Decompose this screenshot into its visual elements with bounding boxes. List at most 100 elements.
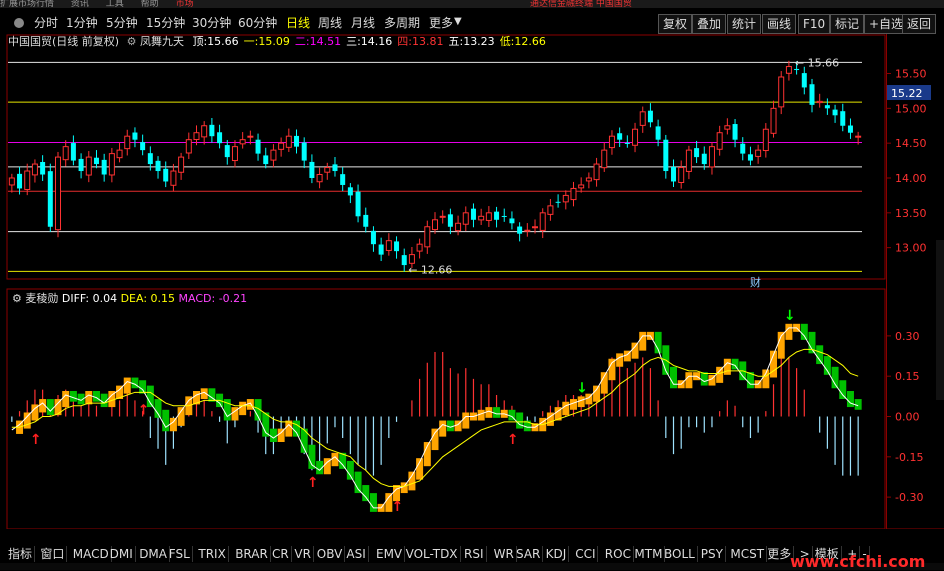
sidebar-strip <box>936 240 944 400</box>
overlay-button[interactable]: 叠加 <box>692 14 727 34</box>
candle-body-up <box>178 156 185 173</box>
macd-trend-block <box>408 471 416 491</box>
f10-button[interactable]: F10 <box>798 14 831 34</box>
macd-trend-block <box>616 353 624 367</box>
macd-trend-block <box>439 420 447 437</box>
candle-body-down <box>93 157 99 165</box>
candle-body-up <box>108 153 115 176</box>
indicator-tab-9[interactable]: VR <box>292 546 314 562</box>
indicator-tab-21[interactable]: BOLL <box>662 546 698 562</box>
candle-body-down <box>494 211 500 220</box>
candle-body-down <box>147 153 153 165</box>
period-tab-more[interactable]: 更多 <box>425 14 457 32</box>
candle-body-up <box>432 219 438 231</box>
period-tab-minute[interactable]: 分时 <box>30 14 62 32</box>
period-tab-60min[interactable]: 60分钟 <box>234 14 281 32</box>
price-tick-label: 14.00 <box>895 172 927 185</box>
indicator-tab-8[interactable]: CR <box>270 546 292 562</box>
indicator-tab-0[interactable]: 指标 <box>6 546 36 562</box>
candle-body-up <box>193 132 200 141</box>
macd-tick-label: -0.15 <box>895 451 923 464</box>
chart-canvas[interactable]: ← 15.66 ← 12.66 财 ⚙ 麦稜勋 DIFF: 0.04 DEA: 0.1… <box>0 34 886 529</box>
indicator-tab-14[interactable]: RSI <box>462 546 487 562</box>
candle-body-up <box>455 222 462 232</box>
menu-market[interactable]: 市场 <box>176 0 194 8</box>
macd-trend-block <box>169 417 177 432</box>
menu-toggle-icon[interactable] <box>14 18 24 28</box>
indicator-tab-5[interactable]: FSL <box>167 546 193 562</box>
stats-button[interactable]: 统计 <box>727 14 762 34</box>
macd-trend-block <box>346 460 354 480</box>
adjust-button[interactable]: 复权 <box>658 14 693 34</box>
candle-body-up <box>678 167 685 183</box>
macd-trend-block <box>154 399 162 418</box>
period-tab-5min[interactable]: 5分钟 <box>102 14 142 32</box>
indicator-tab-23[interactable]: MCST <box>728 546 768 562</box>
macd-trend-block <box>362 485 370 502</box>
candle-body-down <box>694 148 700 158</box>
period-tab-daily[interactable]: 日线 <box>282 14 314 32</box>
candle-body-down <box>701 153 707 165</box>
candle-body-down <box>401 255 407 266</box>
macd-tick-label: 0.15 <box>895 370 920 383</box>
candle-body-down <box>617 133 623 140</box>
macd-trend-block <box>23 412 31 429</box>
candle-body-up <box>62 146 69 161</box>
menu-news[interactable]: 资讯 <box>71 0 89 8</box>
candle-body-down <box>47 171 53 227</box>
period-tab-weekly[interactable]: 周线 <box>314 14 346 32</box>
candle-body-up <box>439 215 446 218</box>
indicator-tab-20[interactable]: MTM <box>632 546 666 562</box>
indicator-tab-16[interactable]: SAR <box>514 546 544 562</box>
indicator-tab-12[interactable]: EMV <box>374 546 406 562</box>
candle-body-down <box>217 132 223 144</box>
macd-trend-block <box>716 366 724 383</box>
back-button[interactable]: 返回 <box>902 14 937 34</box>
macd-tick-label: -0.30 <box>895 491 923 504</box>
period-tab-multi[interactable]: 多周期 <box>380 14 424 32</box>
indicator-tab-2[interactable]: MACD <box>71 546 112 562</box>
period-tab-monthly[interactable]: 月线 <box>347 14 379 32</box>
candle-body-up <box>185 139 192 154</box>
indicator-tab-17[interactable]: KDJ <box>544 546 570 562</box>
indicator-tab-4[interactable]: DMA <box>137 546 170 562</box>
candle-body-up <box>231 146 238 162</box>
macd-trend-block <box>293 420 301 437</box>
more-chevron-icon[interactable]: ▼ <box>454 16 462 27</box>
macd-trend-block <box>177 407 185 426</box>
candle-body-down <box>17 173 23 189</box>
macd-trend-block <box>816 345 824 365</box>
indicator-tab-13[interactable]: VOL-TDX <box>404 546 461 562</box>
candle-body-down <box>509 218 515 224</box>
macd-trend-block <box>685 372 693 389</box>
candle-body-down <box>101 159 107 175</box>
indicator-tab-19[interactable]: ROC <box>603 546 634 562</box>
macd-trend-block <box>516 412 524 429</box>
indicator-tab-3[interactable]: DMI <box>108 546 136 562</box>
indicator-tab-11[interactable]: ASI <box>344 546 369 562</box>
menu-help[interactable]: 帮助 <box>141 0 159 8</box>
low-label: ← 12.66 <box>408 263 452 276</box>
candle-body-up <box>239 139 246 145</box>
candle-body-up <box>608 135 615 149</box>
draw-button[interactable]: 画线 <box>762 14 797 34</box>
indicator-tab-6[interactable]: TRIX <box>196 546 229 562</box>
candle-body-down <box>209 124 215 137</box>
indicator-tab-22[interactable]: PSY <box>699 546 726 562</box>
indicator-tab-1[interactable]: 窗口 <box>38 546 68 562</box>
indicator-tab-7[interactable]: BRAR <box>233 546 271 562</box>
period-tab-30min[interactable]: 30分钟 <box>188 14 235 32</box>
macd-trend-block <box>431 428 439 451</box>
period-tab-15min[interactable]: 15分钟 <box>142 14 189 32</box>
macd-tick-label: 0.30 <box>895 330 920 343</box>
mark-button[interactable]: 标记 <box>830 14 865 34</box>
period-tab-1min[interactable]: 1分钟 <box>62 14 102 32</box>
candle-body-up <box>724 125 731 130</box>
candle-body-up <box>201 125 208 138</box>
menu-tools[interactable]: 工具 <box>106 0 124 8</box>
candle-body-down <box>255 139 261 154</box>
indicator-tab-18[interactable]: CCI <box>573 546 599 562</box>
macd-trend-block <box>369 493 377 512</box>
menu-ext[interactable]: 扩展市场行情 <box>0 0 54 8</box>
indicator-tab-10[interactable]: OBV <box>315 546 346 562</box>
